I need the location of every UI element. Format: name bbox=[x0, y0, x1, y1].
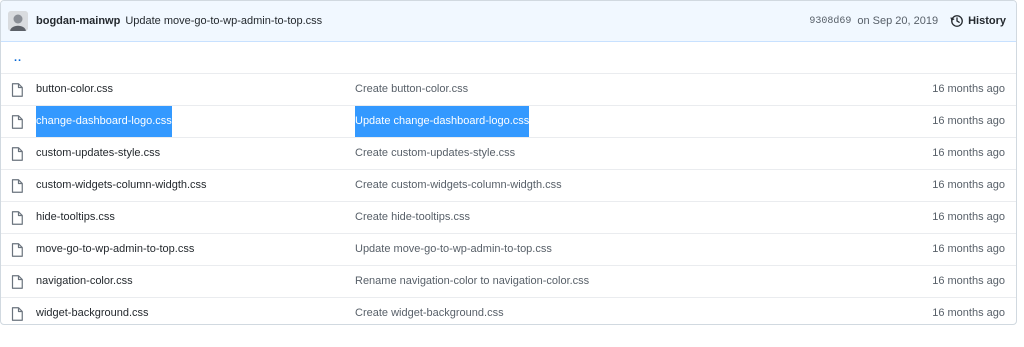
file-icon bbox=[11, 83, 23, 97]
file-commit-message-link[interactable]: Update move-go-to-wp-admin-to-top.css bbox=[355, 234, 552, 265]
file-icon bbox=[11, 243, 23, 257]
file-age: 16 months ago bbox=[932, 275, 1005, 287]
file-row[interactable]: button-color.css Create button-color.css 1… bbox=[1, 74, 1016, 106]
avatar[interactable] bbox=[8, 11, 28, 31]
file-name-link[interactable]: widget-background.css bbox=[36, 298, 149, 324]
file-row[interactable]: custom-widgets-column-widgth.css Create c… bbox=[1, 170, 1016, 202]
latest-commit-bar: bogdan-mainwp Update move-go-to-wp-admin… bbox=[1, 1, 1016, 42]
file-row[interactable]: change-dashboard-logo.css Update change-d… bbox=[1, 106, 1016, 138]
file-name-link[interactable]: custom-updates-style.css bbox=[36, 138, 160, 169]
commit-date: on Sep 20, 2019 bbox=[857, 15, 939, 27]
parent-directory-link[interactable]: .. bbox=[1, 42, 1016, 74]
file-commit-message-link[interactable]: Create custom-widgets-column-widgth.css bbox=[355, 170, 562, 201]
commit-author-link[interactable]: bogdan-mainwp bbox=[36, 15, 120, 27]
file-age: 16 months ago bbox=[932, 115, 1005, 127]
commit-sha-link[interactable]: 9308d69 bbox=[809, 16, 851, 27]
file-name-link[interactable]: navigation-color.css bbox=[36, 266, 133, 297]
file-commit-message-link[interactable]: Create hide-tooltips.css bbox=[355, 202, 470, 233]
history-link[interactable]: History bbox=[950, 14, 1006, 28]
file-age: 16 months ago bbox=[932, 83, 1005, 95]
file-row[interactable]: navigation-color.css Rename navigation-co… bbox=[1, 266, 1016, 298]
file-icon bbox=[11, 275, 23, 289]
file-icon bbox=[11, 115, 23, 129]
file-browser: bogdan-mainwp Update move-go-to-wp-admin… bbox=[0, 0, 1017, 325]
file-commit-message-link[interactable]: Create button-color.css bbox=[355, 74, 468, 105]
file-age: 16 months ago bbox=[932, 243, 1005, 255]
file-commit-message-link[interactable]: Create widget-background.css bbox=[355, 298, 504, 324]
file-name-link[interactable]: change-dashboard-logo.css bbox=[36, 106, 172, 137]
file-icon bbox=[11, 179, 23, 193]
file-commit-message-link[interactable]: Create custom-updates-style.css bbox=[355, 138, 515, 169]
file-name-link[interactable]: custom-widgets-column-widgth.css bbox=[36, 170, 207, 201]
file-icon bbox=[11, 211, 23, 225]
file-commit-message-link[interactable]: Update change-dashboard-logo.css bbox=[355, 106, 530, 137]
history-icon bbox=[950, 15, 963, 27]
file-name-link[interactable]: button-color.css bbox=[36, 74, 113, 105]
file-row[interactable]: move-go-to-wp-admin-to-top.css Update mov… bbox=[1, 234, 1016, 266]
file-icon bbox=[11, 307, 23, 321]
commit-message-link[interactable]: Update move-go-to-wp-admin-to-top.css bbox=[125, 15, 322, 27]
file-row[interactable]: custom-updates-style.css Create custom-up… bbox=[1, 138, 1016, 170]
file-list: button-color.css Create button-color.css 1… bbox=[1, 74, 1016, 324]
file-row[interactable]: hide-tooltips.css Create hide-tooltips.cs… bbox=[1, 202, 1016, 234]
file-name-link[interactable]: hide-tooltips.css bbox=[36, 202, 115, 233]
file-age: 16 months ago bbox=[932, 307, 1005, 319]
file-icon bbox=[11, 147, 23, 161]
file-commit-message-link[interactable]: Rename navigation-color to navigation-co… bbox=[355, 266, 589, 297]
file-age: 16 months ago bbox=[932, 211, 1005, 223]
history-label: History bbox=[968, 15, 1006, 27]
file-row[interactable]: widget-background.css Create widget-backg… bbox=[1, 298, 1016, 324]
file-name-link[interactable]: move-go-to-wp-admin-to-top.css bbox=[36, 234, 194, 265]
file-age: 16 months ago bbox=[932, 179, 1005, 191]
file-age: 16 months ago bbox=[932, 147, 1005, 159]
commit-meta: 9308d69 on Sep 20, 2019 History bbox=[809, 1, 1006, 41]
